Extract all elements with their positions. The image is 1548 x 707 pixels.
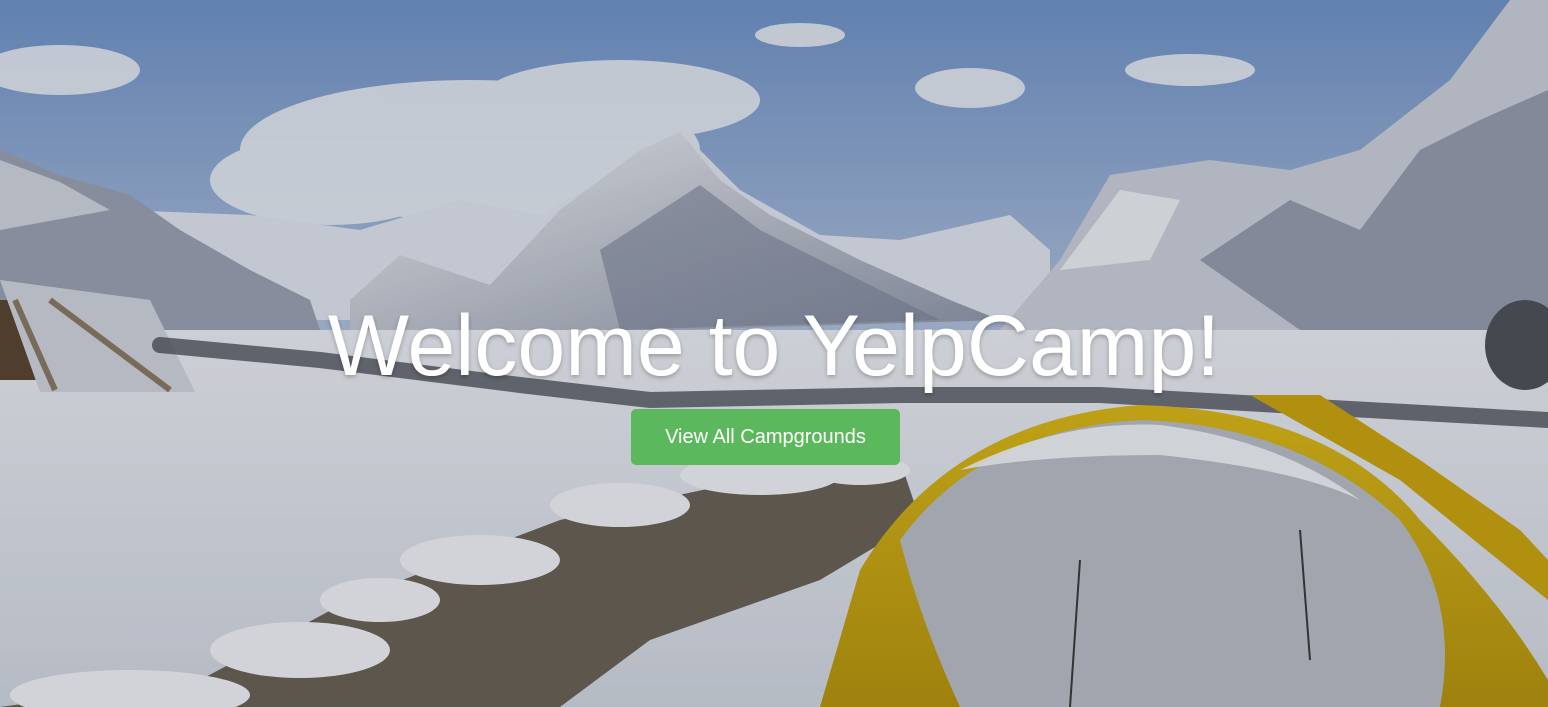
view-all-campgrounds-button[interactable]: View All Campgrounds <box>631 409 900 465</box>
landing-hero: Welcome to YelpCamp! View All Campground… <box>0 0 1548 707</box>
hero-title: Welcome to YelpCamp! <box>327 298 1221 394</box>
